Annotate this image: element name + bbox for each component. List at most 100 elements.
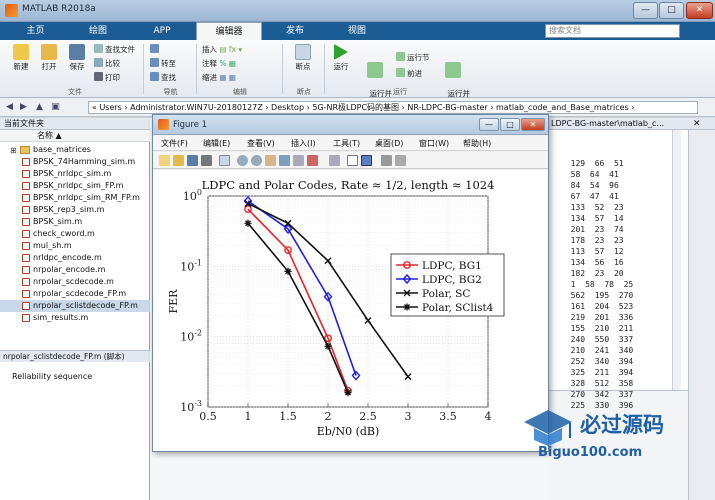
file-name: BPSK_nrldpc_sim_FP.m bbox=[33, 181, 124, 190]
legend-icon[interactable] bbox=[361, 155, 372, 166]
file-item[interactable]: nrpolar_scdecode_FP.m bbox=[0, 288, 150, 300]
print-icon bbox=[94, 72, 103, 81]
back-arrow-icon[interactable]: ◀ bbox=[4, 102, 15, 113]
current-folder-path[interactable]: « Users › Administrator.WIN7U-20180127Z … bbox=[88, 101, 698, 114]
legend-label: Polar, SClist4 bbox=[422, 302, 494, 314]
x-tick-label: 3 bbox=[405, 410, 412, 423]
menu-desktop[interactable]: 桌面(D) bbox=[375, 138, 403, 149]
menu-help[interactable]: 帮助(H) bbox=[463, 138, 491, 149]
menu-file[interactable]: 文件(F) bbox=[161, 138, 188, 149]
file-item[interactable]: nrldpc_encode.m bbox=[0, 252, 150, 264]
search-input[interactable]: 搜索文档 bbox=[545, 24, 680, 38]
print-icon[interactable] bbox=[201, 155, 212, 166]
open-icon[interactable] bbox=[173, 155, 184, 166]
tab-view[interactable]: 视图 bbox=[328, 22, 386, 40]
file-name: mul_sh.m bbox=[33, 241, 72, 250]
link-icon[interactable] bbox=[329, 155, 340, 166]
tab-editor[interactable]: 编辑器 bbox=[196, 22, 262, 40]
ribbon-separator bbox=[282, 44, 283, 94]
compare-button[interactable]: 比较 bbox=[94, 58, 120, 69]
find-button[interactable]: 查找 bbox=[150, 72, 176, 83]
file-item[interactable]: BPSK_nrldpc_sim_FP.m bbox=[0, 180, 150, 192]
tab-plots[interactable]: 绘图 bbox=[68, 22, 128, 40]
tab-publish[interactable]: 发布 bbox=[266, 22, 324, 40]
pointer-icon[interactable] bbox=[219, 155, 230, 166]
tab-apps[interactable]: APP bbox=[133, 22, 191, 40]
show-tools-icon[interactable] bbox=[395, 155, 406, 166]
run-section-icon bbox=[396, 52, 405, 61]
group-label-run: 运行 bbox=[393, 88, 407, 96]
find-files-icon bbox=[94, 44, 103, 53]
print-button[interactable]: 打印 bbox=[94, 72, 120, 83]
back-button[interactable] bbox=[150, 44, 161, 55]
maximize-button[interactable]: □ bbox=[659, 2, 684, 19]
file-item[interactable]: sim_results.m bbox=[0, 312, 150, 324]
indent-button[interactable]: 缩进 ▦ ▦ bbox=[202, 72, 236, 83]
browse-folder-icon[interactable]: ▣ bbox=[50, 102, 61, 113]
figure-maximize-button[interactable]: □ bbox=[500, 118, 520, 131]
figure-close-button[interactable]: ✕ bbox=[521, 118, 545, 131]
run-button[interactable]: 运行 bbox=[330, 44, 352, 71]
advance-button[interactable]: 前进 bbox=[396, 68, 422, 79]
new-figure-icon[interactable] bbox=[159, 155, 170, 166]
ribbon-separator bbox=[324, 44, 325, 94]
file-item[interactable]: BPSK_74Hamming_sim.m bbox=[0, 156, 150, 168]
breakpoints-button[interactable]: 断点 bbox=[288, 44, 318, 71]
minimize-button[interactable]: — bbox=[633, 2, 658, 19]
hide-tools-icon[interactable] bbox=[381, 155, 392, 166]
find-files-button[interactable]: 查找文件 bbox=[94, 44, 135, 55]
file-item[interactable]: BPSK_rep3_sim.m bbox=[0, 204, 150, 216]
close-button[interactable]: ✕ bbox=[686, 2, 713, 19]
menu-window[interactable]: 窗口(W) bbox=[419, 138, 449, 149]
pan-icon[interactable] bbox=[265, 155, 276, 166]
zoom-in-icon[interactable] bbox=[237, 155, 248, 166]
file-name: BPSK_nrldpc_sim.m bbox=[33, 169, 112, 178]
data-point-star bbox=[403, 303, 411, 311]
forward-arrow-icon[interactable]: ▶ bbox=[18, 102, 29, 113]
menu-insert[interactable]: 插入(I) bbox=[291, 138, 316, 149]
folder-up-icon[interactable]: ▲ bbox=[34, 102, 45, 113]
colorbar-icon[interactable] bbox=[347, 155, 358, 166]
insert-button[interactable]: 插入 ▤ fx ▾ bbox=[202, 44, 242, 55]
file-name: sim_results.m bbox=[33, 313, 89, 322]
save-icon[interactable] bbox=[187, 155, 198, 166]
window-title-bar: MATLAB R2018a — □ ✕ bbox=[0, 0, 715, 22]
open-button[interactable]: 打开 bbox=[38, 44, 60, 71]
close-icon[interactable]: ✕ bbox=[693, 118, 701, 130]
data-cursor-icon[interactable] bbox=[293, 155, 304, 166]
run-section-button[interactable]: 运行节 bbox=[396, 52, 430, 63]
panel-header: 当前文件夹 bbox=[0, 118, 150, 130]
file-item[interactable]: nrpolar_sclistdecode_FP.m bbox=[0, 300, 150, 312]
folder-item[interactable]: ⊞ base_matrices bbox=[0, 144, 150, 156]
save-button[interactable]: 保存 bbox=[66, 44, 88, 71]
file-item[interactable]: mul_sh.m bbox=[0, 240, 150, 252]
name-column-header[interactable]: 名称 ▲ bbox=[0, 130, 150, 142]
file-item[interactable]: nrpolar_encode.m bbox=[0, 264, 150, 276]
menu-edit[interactable]: 编辑(E) bbox=[203, 138, 230, 149]
file-item[interactable]: BPSK_sim.m bbox=[0, 216, 150, 228]
rotate-icon[interactable] bbox=[279, 155, 290, 166]
vertical-scrollbar[interactable] bbox=[672, 130, 681, 390]
menu-view[interactable]: 查看(V) bbox=[247, 138, 275, 149]
brush-icon[interactable] bbox=[307, 155, 318, 166]
tab-home[interactable]: 主页 bbox=[8, 22, 63, 40]
file-item[interactable]: BPSK_nrldpc_sim_RM_FP.m bbox=[0, 192, 150, 204]
comment-button[interactable]: 注释 % ▦ bbox=[202, 58, 236, 69]
file-item[interactable]: nrpolar_scdecode.m bbox=[0, 276, 150, 288]
watermark-cn: 必过源码 bbox=[580, 413, 664, 437]
m-file-icon bbox=[22, 230, 30, 238]
m-file-icon bbox=[22, 314, 30, 322]
group-label-edit: 编辑 bbox=[233, 88, 247, 96]
file-item[interactable]: BPSK_nrldpc_sim.m bbox=[0, 168, 150, 180]
m-file-icon bbox=[22, 290, 30, 298]
new-button[interactable]: 新建 bbox=[10, 44, 32, 71]
goto-button[interactable]: 转至 bbox=[150, 58, 176, 69]
figure-minimize-button[interactable]: — bbox=[479, 118, 499, 131]
file-item[interactable]: check_cword.m bbox=[0, 228, 150, 240]
compare-icon bbox=[94, 58, 103, 67]
data-point-star bbox=[244, 219, 252, 227]
zoom-out-icon[interactable] bbox=[251, 155, 262, 166]
m-file-icon bbox=[22, 206, 30, 214]
menu-tools[interactable]: 工具(T) bbox=[333, 138, 360, 149]
ribbon-separator bbox=[143, 44, 144, 94]
